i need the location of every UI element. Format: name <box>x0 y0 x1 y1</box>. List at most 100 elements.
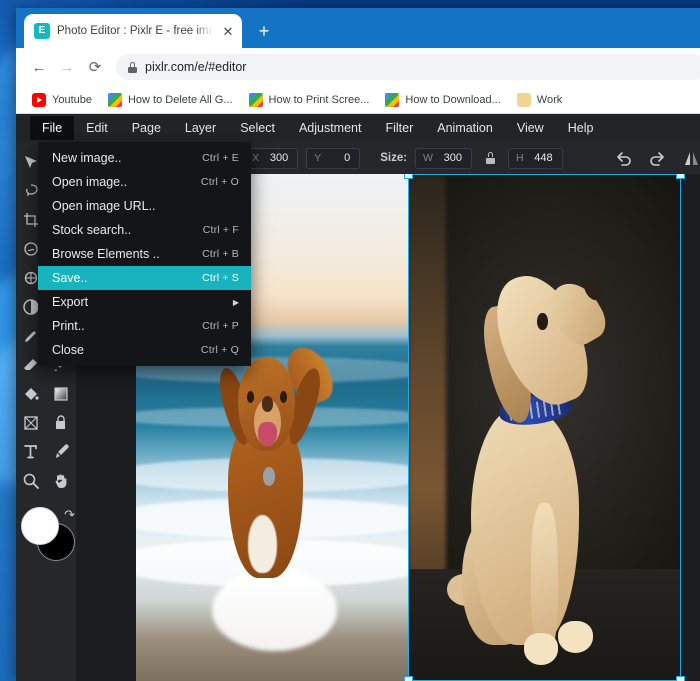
gradient-tool[interactable] <box>47 380 75 408</box>
menu-file[interactable]: File <box>30 115 75 141</box>
text-tool[interactable] <box>17 438 45 466</box>
google-drive-icon <box>385 92 400 107</box>
size-width-field[interactable]: W 300 <box>415 147 472 169</box>
menu-help[interactable]: Help <box>556 116 606 141</box>
puppy-paw <box>523 633 559 665</box>
bookmark-print-guide[interactable]: How to Print Scree... <box>243 91 376 109</box>
menu-view[interactable]: View <box>505 116 556 141</box>
bookmark-label: How to Delete All G... <box>127 93 233 106</box>
bookmark-delete-guide[interactable]: How to Delete All G... <box>102 91 239 109</box>
forward-arrow-icon[interactable]: → <box>54 54 80 80</box>
hand-tool[interactable] <box>47 467 75 495</box>
google-drive-icon <box>107 92 122 107</box>
redo-icon[interactable] <box>644 146 670 170</box>
menu-item-shortcut: Ctrl + E <box>202 152 239 164</box>
browser-window: E Photo Editor : Pixlr E - free image ✕ … <box>16 8 700 681</box>
menu-item-label: Browse Elements .. <box>52 247 160 261</box>
bookmark-folder-work[interactable]: Work <box>511 91 568 109</box>
file-dropdown-menu: New image.. Ctrl + E Open image.. Ctrl +… <box>38 142 251 366</box>
new-tab-button[interactable]: + <box>250 17 278 45</box>
flip-horizontal-icon[interactable] <box>678 146 700 170</box>
menu-filter[interactable]: Filter <box>373 116 425 141</box>
tab-strip: E Photo Editor : Pixlr E - free image ✕ … <box>16 8 700 48</box>
bookmark-label: Youtube <box>52 93 92 106</box>
lock-icon <box>128 61 137 73</box>
position-y-value: 0 <box>344 152 351 164</box>
menu-item-label: Save.. <box>52 271 88 285</box>
position-x-value: 300 <box>269 152 289 164</box>
studio-scene <box>408 174 681 681</box>
position-y-key: Y <box>314 152 322 164</box>
position-x-field[interactable]: X 300 <box>244 147 299 169</box>
menu-item-label: Export <box>52 295 89 309</box>
youtube-icon <box>32 92 46 107</box>
bookmark-label: Work <box>536 93 563 106</box>
browser-tab-pixlr[interactable]: E Photo Editor : Pixlr E - free image ✕ <box>24 14 242 48</box>
menu-item-label: Open image URL.. <box>52 199 156 213</box>
close-icon[interactable]: ✕ <box>220 23 236 39</box>
menu-adjustment[interactable]: Adjustment <box>287 116 374 141</box>
file-menu-export[interactable]: Export ▶ <box>38 290 251 314</box>
zoom-tool[interactable] <box>17 467 45 495</box>
size-width-key: W <box>423 152 433 164</box>
bookmark-label: How to Download... <box>405 93 501 106</box>
menu-item-shortcut: Ctrl + P <box>202 320 239 332</box>
menu-page[interactable]: Page <box>120 116 173 141</box>
menu-edit[interactable]: Edit <box>74 116 120 141</box>
file-menu-close[interactable]: Close Ctrl + Q <box>38 338 251 362</box>
file-menu-print[interactable]: Print.. Ctrl + P <box>38 314 251 338</box>
menu-item-shortcut: Ctrl + O <box>200 176 239 188</box>
menu-item-label: Open image.. <box>52 175 128 189</box>
file-menu-browse-elements[interactable]: Browse Elements .. Ctrl + B <box>38 242 251 266</box>
menu-item-label: Stock search.. <box>52 223 132 237</box>
dog-nose <box>261 396 274 412</box>
foreground-color-swatch[interactable] <box>21 507 59 545</box>
retriever-dog <box>207 340 339 621</box>
menu-item-shortcut: Ctrl + B <box>202 248 239 260</box>
file-menu-save[interactable]: Save.. Ctrl + S <box>38 266 251 290</box>
menu-item-shortcut: Ctrl + F <box>202 224 239 236</box>
reload-icon[interactable]: ⟳ <box>82 54 108 80</box>
paint-bucket-tool[interactable] <box>17 380 45 408</box>
browser-toolbar: ← → ⟳ pixlr.com/e/#editor <box>16 48 700 86</box>
menu-layer[interactable]: Layer <box>173 116 228 141</box>
position-y-field[interactable]: Y 0 <box>306 147 361 169</box>
pixlr-favicon: E <box>34 23 50 39</box>
size-height-key: H <box>515 152 524 164</box>
google-drive-icon <box>248 92 263 107</box>
add-element-tool[interactable] <box>47 409 75 437</box>
editor-menubar: File Edit Page Layer Select Adjustment F… <box>16 114 700 142</box>
file-menu-open-image-url[interactable]: Open image URL.. <box>38 194 251 218</box>
menu-item-label: Close <box>52 343 84 357</box>
size-height-field[interactable]: H 448 <box>507 147 563 169</box>
size-height-value: 448 <box>534 152 553 164</box>
undo-icon[interactable] <box>610 146 636 170</box>
dog-collar-tag <box>262 467 275 486</box>
bookmark-youtube[interactable]: Youtube <box>26 91 98 109</box>
tab-title: Photo Editor : Pixlr E - free image <box>57 25 213 37</box>
menu-item-label: Print.. <box>52 319 85 333</box>
color-picker-tool[interactable] <box>47 438 75 466</box>
puppy-paw <box>558 621 594 653</box>
dog-eye-right <box>279 390 287 403</box>
menu-item-label: New image.. <box>52 151 122 165</box>
address-bar[interactable]: pixlr.com/e/#editor <box>116 54 700 80</box>
folder-icon <box>516 92 531 107</box>
shape-tool[interactable] <box>17 409 45 437</box>
url-text: pixlr.com/e/#editor <box>145 60 247 74</box>
aspect-lock-icon[interactable] <box>482 149 498 167</box>
size-width-value: 300 <box>443 152 462 164</box>
bookmarks-bar: Youtube How to Delete All G... How to Pr… <box>16 86 700 114</box>
layer-puppy-studio-photo[interactable] <box>408 174 681 681</box>
menu-animation[interactable]: Animation <box>425 116 505 141</box>
swap-colors-icon[interactable]: ↷ <box>64 507 75 523</box>
back-arrow-icon[interactable]: ← <box>26 54 52 80</box>
file-menu-stock-search[interactable]: Stock search.. Ctrl + F <box>38 218 251 242</box>
menu-select[interactable]: Select <box>228 116 287 141</box>
file-menu-open-image[interactable]: Open image.. Ctrl + O <box>38 170 251 194</box>
bookmark-label: How to Print Scree... <box>268 93 370 106</box>
bookmark-download-guide[interactable]: How to Download... <box>379 91 506 109</box>
file-menu-new-image[interactable]: New image.. Ctrl + E <box>38 146 251 170</box>
menu-item-shortcut: Ctrl + Q <box>200 344 239 356</box>
labrador-puppy <box>444 263 632 665</box>
